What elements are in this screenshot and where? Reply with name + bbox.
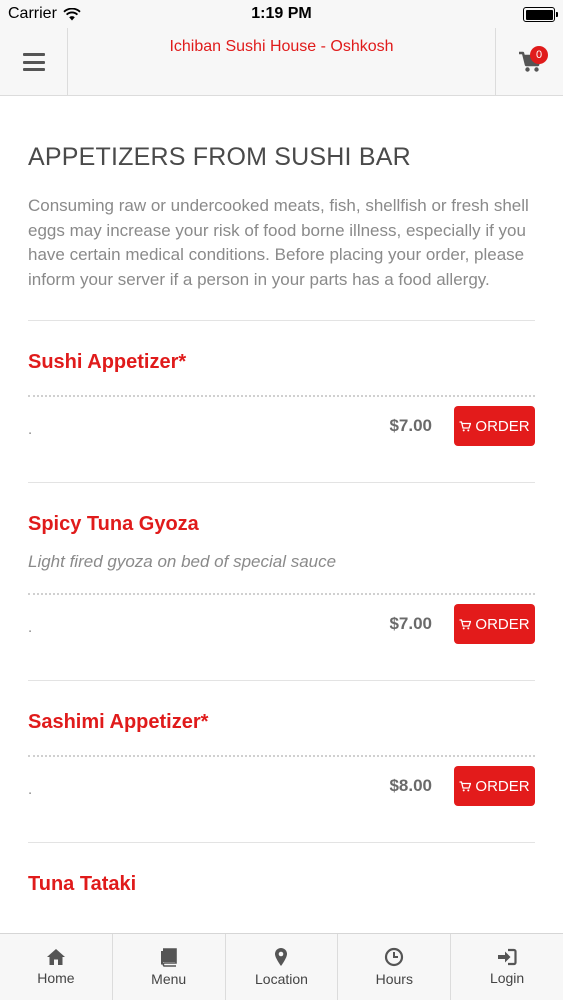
nav-hours-label: Hours xyxy=(375,971,413,987)
menu-item: Spicy Tuna Gyoza Light fired gyoza on be… xyxy=(28,482,535,680)
item-name: Tuna Tataki xyxy=(28,873,137,895)
item-placeholder: . xyxy=(28,780,33,798)
restaurant-title: Ichiban Sushi House - Oshkosh xyxy=(169,38,394,55)
order-button[interactable]: ORDER xyxy=(454,766,535,806)
sign-in-icon xyxy=(498,948,517,966)
item-name: Spicy Tuna Gyoza xyxy=(28,513,199,535)
item-price: $8.00 xyxy=(389,776,432,795)
battery-icon xyxy=(523,7,558,22)
item-description: Light fired gyoza on bed of special sauc… xyxy=(28,552,337,571)
menu-item: Tuna Tataki xyxy=(28,842,535,932)
nav-location-label: Location xyxy=(255,971,308,987)
nav-menu[interactable]: Menu xyxy=(113,934,226,1000)
nav-menu-label: Menu xyxy=(151,970,187,987)
section-title: APPETIZERS FROM SUSHI BAR xyxy=(28,143,411,171)
nav-login-label: Login xyxy=(489,970,525,986)
item-price: $7.00 xyxy=(389,416,432,435)
menu-content[interactable]: APPETIZERS FROM SUSHI BAR Consuming raw … xyxy=(0,97,563,933)
clock-icon xyxy=(385,947,404,967)
home-icon xyxy=(46,949,65,965)
hamburger-icon xyxy=(22,53,45,71)
menu-toggle-button[interactable] xyxy=(0,28,68,96)
section-description: Consuming raw or undercooked meats, fish… xyxy=(28,196,529,289)
status-bar: Carrier 1:19 PM xyxy=(0,0,563,28)
order-button[interactable]: ORDER xyxy=(454,406,535,446)
cart-button[interactable]: 0 xyxy=(495,28,563,96)
nav-hours[interactable]: Hours xyxy=(338,934,452,1000)
item-price-row: . $7.00 ORDER xyxy=(28,593,535,644)
status-time: 1:19 PM xyxy=(251,5,312,22)
app-header: Ichiban Sushi House - Oshkosh 0 xyxy=(0,28,563,96)
item-placeholder: . xyxy=(28,420,33,438)
nav-location[interactable]: Location xyxy=(226,934,339,1000)
book-icon xyxy=(160,947,177,967)
map-pin-icon xyxy=(275,948,288,966)
order-button-label: ORDER xyxy=(475,417,530,435)
order-button-label: ORDER xyxy=(475,777,530,795)
nav-home-label: Home xyxy=(37,970,75,986)
nav-login[interactable]: Login xyxy=(451,934,563,1000)
item-price: $7.00 xyxy=(389,614,432,633)
order-button[interactable]: ORDER xyxy=(454,604,535,644)
item-name: Sashimi Appetizer* xyxy=(28,711,209,733)
bottom-nav: Home Menu Location Hours Login xyxy=(0,933,563,1000)
item-price-row: . $8.00 ORDER xyxy=(28,755,535,806)
cart-count-badge: 0 xyxy=(530,46,548,64)
item-placeholder: . xyxy=(28,618,33,636)
cart-icon xyxy=(459,618,472,629)
menu-item: Sashimi Appetizer* . $8.00 ORDER xyxy=(28,680,535,842)
cart-icon xyxy=(459,420,472,431)
nav-home[interactable]: Home xyxy=(0,934,113,1000)
item-name: Sushi Appetizer* xyxy=(28,351,187,373)
item-price-row: . $7.00 ORDER xyxy=(28,395,535,446)
cart-icon xyxy=(459,780,472,791)
order-button-label: ORDER xyxy=(475,615,530,633)
menu-item: Sushi Appetizer* . $7.00 ORDER xyxy=(28,320,535,482)
